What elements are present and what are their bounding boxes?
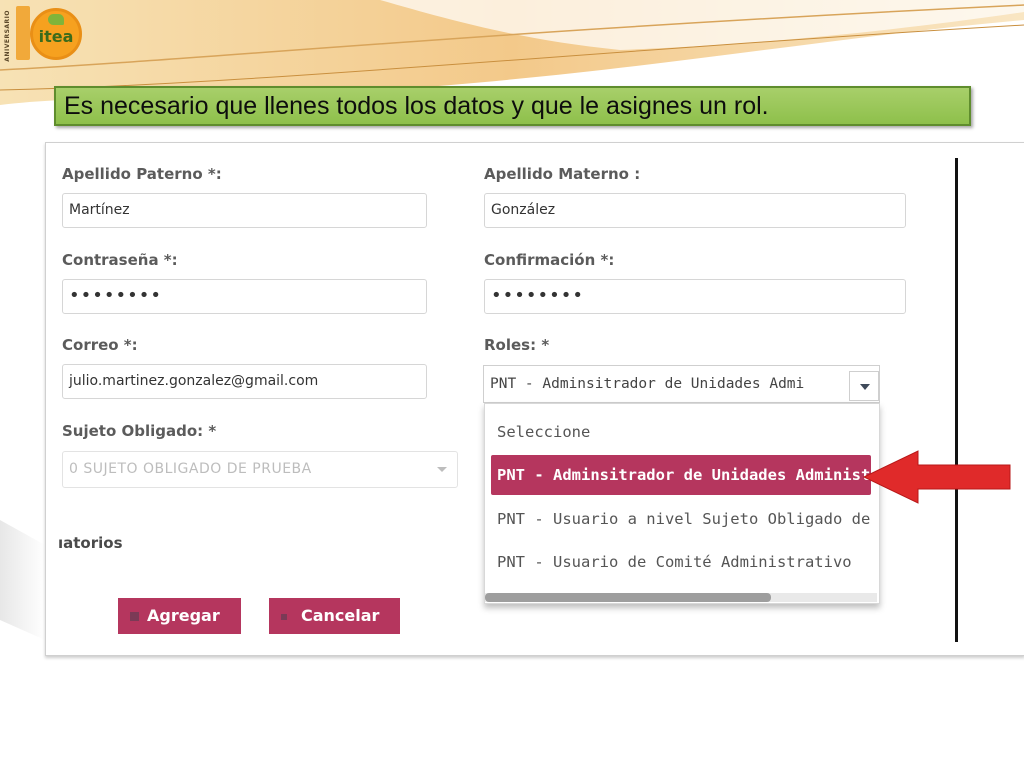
- leaf-icon: [48, 14, 64, 25]
- sujeto-obligado-label: Sujeto Obligado: *: [62, 422, 217, 440]
- panel-divider: [955, 158, 958, 642]
- roles-option[interactable]: PNT - Usuario de Comité Administrativo: [491, 542, 871, 582]
- roles-option[interactable]: Seleccione: [491, 412, 871, 452]
- roles-option[interactable]: PNT - Usuario a nivel Sujeto Obligado de…: [491, 499, 871, 539]
- contrasena-label: Contraseña *:: [62, 251, 178, 269]
- cancel-icon: [281, 613, 287, 620]
- apellido-paterno-input[interactable]: Martínez: [62, 193, 427, 228]
- red-arrow-icon: [862, 450, 1011, 504]
- logo-number-one: [16, 6, 30, 60]
- roles-dropdown-list: Seleccione PNT - Adminsitrador de Unidad…: [484, 403, 880, 604]
- apellido-paterno-label: Apellido Paterno *:: [62, 165, 222, 183]
- dropdown-scrollbar-thumb[interactable]: [485, 593, 771, 602]
- logo-brand-text: itea: [38, 27, 74, 46]
- confirmacion-label: Confirmación *:: [484, 251, 615, 269]
- agregar-button[interactable]: Agregar: [118, 598, 241, 634]
- contrasena-input[interactable]: ••••••••: [62, 279, 427, 314]
- logo-side-text: ANIVERSARIO: [4, 10, 11, 62]
- roles-select[interactable]: PNT - Adminsitrador de Unidades Admi: [483, 365, 880, 403]
- save-icon: [130, 612, 139, 621]
- sujeto-obligado-value: 0 SUJETO OBLIGADO DE PRUEBA: [69, 461, 312, 477]
- confirmacion-input[interactable]: ••••••••: [484, 279, 906, 314]
- cancelar-label: Cancelar: [301, 606, 380, 625]
- slide-title: Es necesario que llenes todos los datos …: [54, 86, 971, 126]
- apellido-materno-label: Apellido Materno :: [484, 165, 641, 183]
- apellido-materno-input[interactable]: González: [484, 193, 906, 228]
- itea-logo: ANIVERSARIO itea: [4, 2, 84, 66]
- roles-dropdown-button[interactable]: [849, 371, 879, 401]
- correo-label: Correo *:: [62, 336, 138, 354]
- sujeto-obligado-select[interactable]: 0 SUJETO OBLIGADO DE PRUEBA: [62, 451, 458, 488]
- roles-label: Roles: *: [484, 336, 550, 354]
- cancelar-button[interactable]: Cancelar: [269, 598, 400, 634]
- agregar-label: Agregar: [147, 606, 220, 625]
- correo-input[interactable]: julio.martinez.gonzalez@gmail.com: [62, 364, 427, 399]
- section-heading-fragment: ıatorios: [58, 534, 123, 552]
- caret-down-icon: [437, 467, 447, 472]
- roles-option-highlighted[interactable]: PNT - Adminsitrador de Unidades Administ…: [491, 455, 871, 495]
- caret-down-icon: [860, 384, 870, 390]
